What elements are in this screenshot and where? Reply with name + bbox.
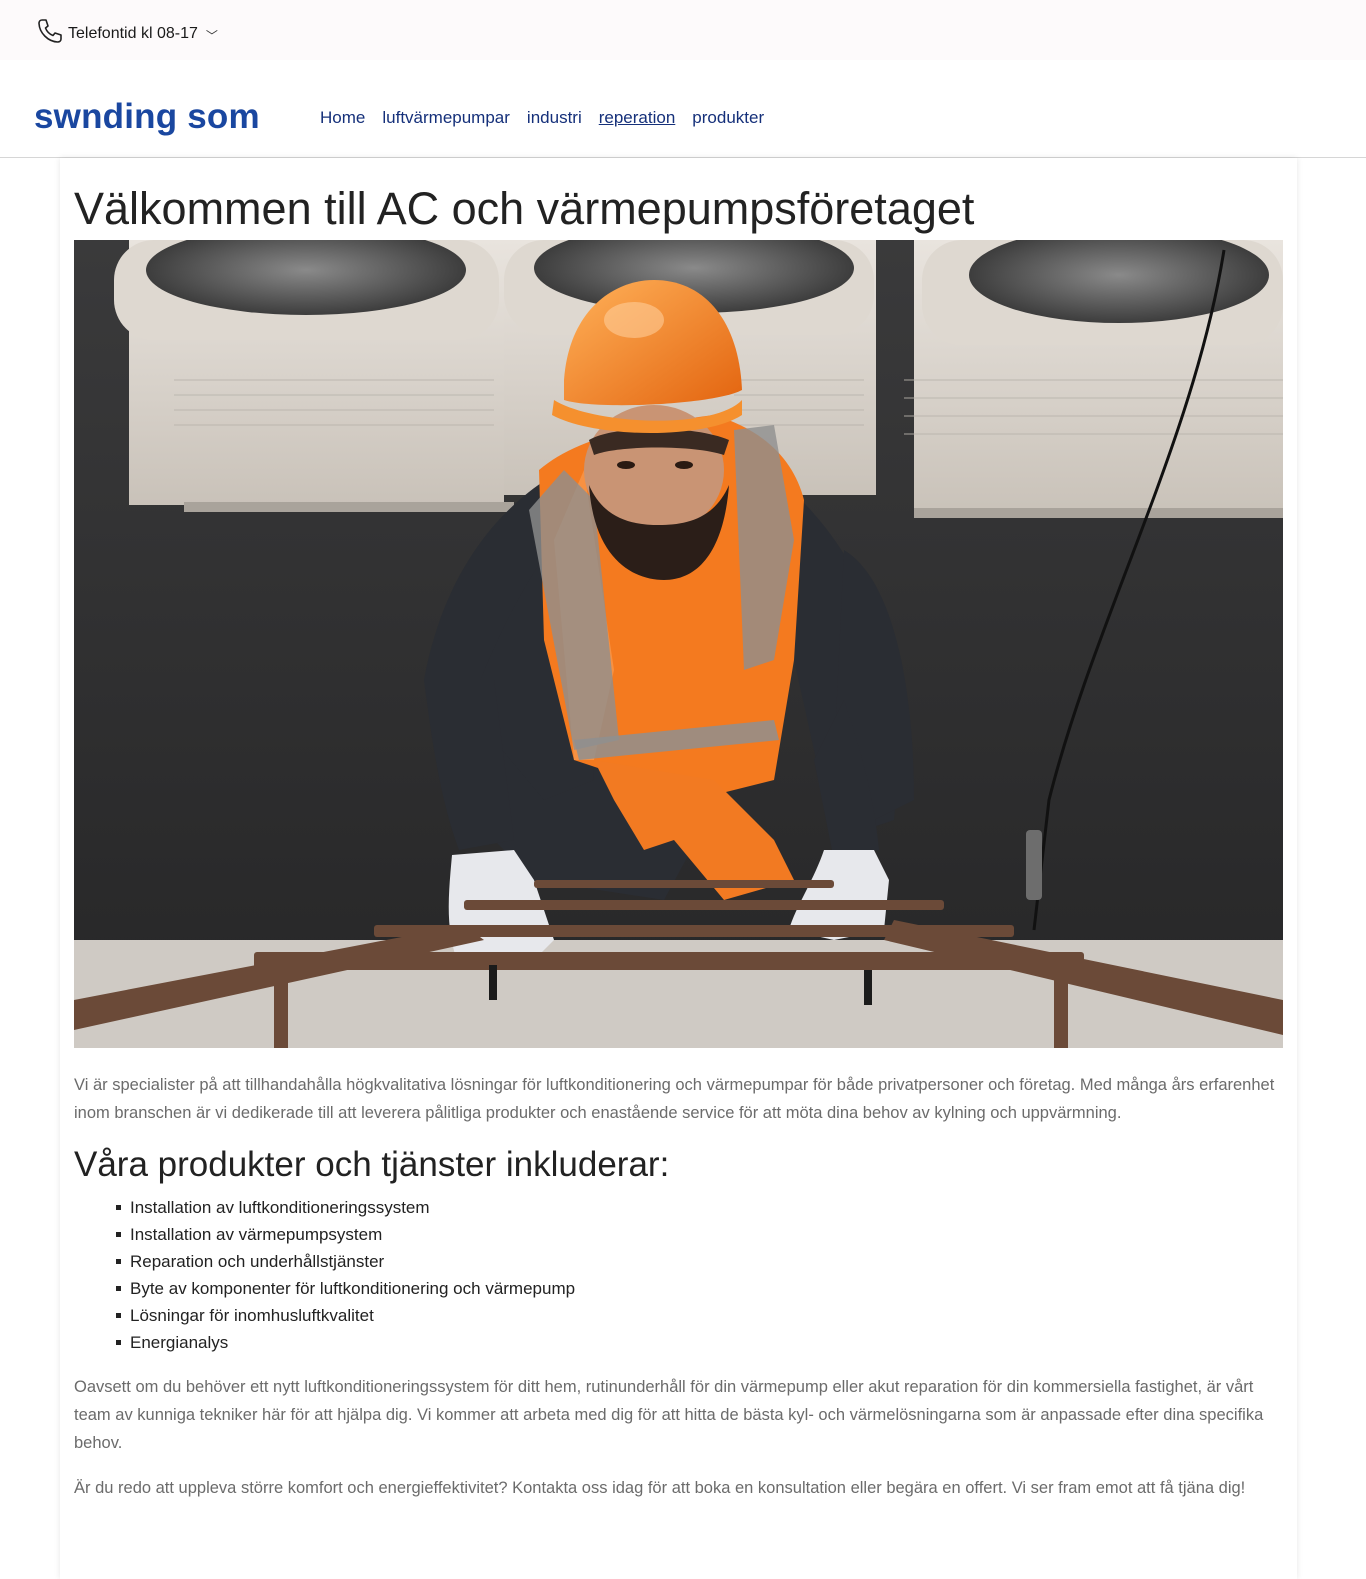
services-list: Installation av luftkonditioneringssyste… xyxy=(116,1194,575,1356)
nav-link-reperation[interactable]: reperation xyxy=(599,108,676,128)
list-item: Installation av värmepumpsystem xyxy=(116,1221,575,1248)
cta-paragraph: Är du redo att uppleva större komfort oc… xyxy=(74,1479,1246,1497)
page-title: Välkommen till AC och värmepumpsföretage… xyxy=(74,183,975,234)
list-item: Byte av komponenter för luftkonditioneri… xyxy=(116,1275,575,1302)
content-card: Välkommen till AC och värmepumpsföretage… xyxy=(60,158,1297,1579)
intro-paragraph: Vi är specialister på att tillhandahålla… xyxy=(74,1076,1275,1122)
list-item: Reparation och underhållstjänster xyxy=(116,1248,575,1275)
top-bar: Telefontid kl 08-17 ﹀ xyxy=(0,0,1366,60)
list-item: Energianalys xyxy=(116,1329,575,1356)
hero-image xyxy=(74,240,1283,1048)
list-item: Installation av luftkonditioneringssyste… xyxy=(116,1194,575,1221)
phone-icon xyxy=(36,17,64,50)
nav-link-produkter[interactable]: produkter xyxy=(692,108,764,128)
main-navbar: swnding som Home luftvärmepumpar industr… xyxy=(0,60,1366,158)
nav-link-industri[interactable]: industri xyxy=(527,108,582,128)
nav-links: Home luftvärmepumpar industri reperation… xyxy=(320,108,764,128)
list-item: Lösningar för inomhusluftkvalitet xyxy=(116,1302,575,1329)
nav-link-home[interactable]: Home xyxy=(320,108,365,128)
services-heading: Våra produkter och tjänster inkluderar: xyxy=(74,1145,670,1184)
phone-hours-label: Telefontid kl 08-17 xyxy=(68,24,198,42)
service-paragraph: Oavsett om du behöver ett nytt luftkondi… xyxy=(74,1378,1264,1452)
nav-link-luftvarmepumpar[interactable]: luftvärmepumpar xyxy=(382,108,510,128)
chevron-down-icon: ﹀ xyxy=(205,29,218,43)
brand-logo[interactable]: swnding som xyxy=(34,99,260,134)
phone-hours-dropdown[interactable]: Telefontid kl 08-17 ﹀ xyxy=(36,17,218,50)
